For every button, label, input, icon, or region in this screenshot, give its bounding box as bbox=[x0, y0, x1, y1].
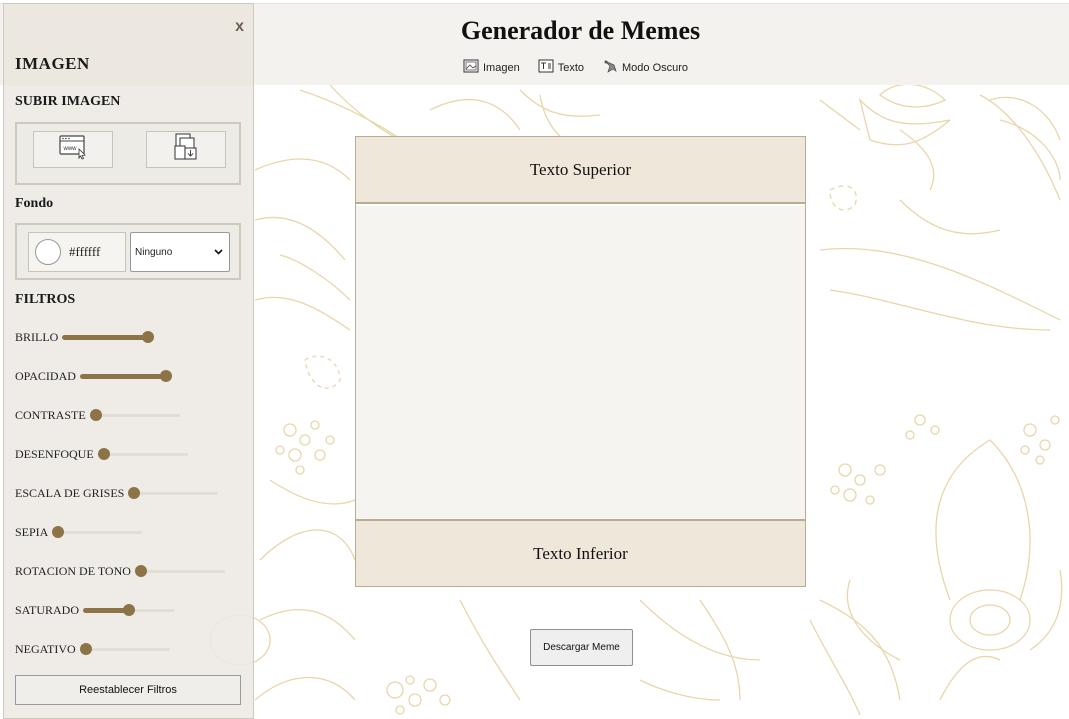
filter-row: CONTRASTE bbox=[15, 407, 180, 423]
sidebar-panel: x IMAGEN SUBIR IMAGEN www Fondo #ffffff … bbox=[3, 3, 254, 719]
meme-top-text[interactable]: Texto Superior bbox=[356, 137, 805, 204]
filter-slider[interactable] bbox=[97, 448, 188, 460]
slider-track bbox=[79, 648, 170, 651]
url-upload-icon: www bbox=[58, 134, 88, 165]
filter-row: SEPIA bbox=[15, 524, 143, 540]
nav-texto-label: Texto bbox=[557, 61, 584, 74]
filter-row: ROTACION DE TONO bbox=[15, 563, 225, 579]
filter-slider[interactable] bbox=[89, 409, 180, 421]
filter-row: BRILLO bbox=[15, 329, 155, 345]
color-swatch bbox=[35, 239, 61, 265]
slider-thumb[interactable] bbox=[97, 448, 110, 460]
meme-bottom-text[interactable]: Texto Inferior bbox=[356, 519, 805, 586]
filter-label: ESCALA DE GRISES bbox=[15, 485, 125, 500]
file-upload-icon bbox=[172, 132, 200, 167]
filter-label: NEGATIVO bbox=[15, 641, 76, 656]
filter-slider[interactable] bbox=[52, 526, 143, 538]
nav-modo-oscuro[interactable]: Modo Oscuro bbox=[602, 58, 688, 77]
slider-fill bbox=[62, 335, 153, 340]
slider-thumb[interactable] bbox=[128, 487, 141, 499]
upload-heading: SUBIR IMAGEN bbox=[15, 94, 121, 109]
slider-thumb[interactable] bbox=[79, 643, 92, 655]
filter-slider[interactable] bbox=[79, 643, 170, 655]
slider-thumb[interactable] bbox=[134, 565, 147, 577]
filter-row: NEGATIVO bbox=[15, 641, 170, 657]
slider-thumb[interactable] bbox=[89, 409, 102, 421]
background-box: #ffffff Ninguno bbox=[15, 223, 241, 280]
blend-mode-select[interactable]: Ninguno bbox=[130, 232, 230, 272]
blend-mode-value: Ninguno bbox=[135, 246, 173, 258]
nav-imagen[interactable]: Imagen bbox=[463, 58, 520, 77]
background-color-picker[interactable]: #ffffff bbox=[28, 232, 126, 272]
sidebar-title: IMAGEN bbox=[15, 54, 90, 73]
slider-fill bbox=[79, 374, 170, 379]
background-color-value: #ffffff bbox=[69, 244, 101, 259]
filter-row: OPACIDAD bbox=[15, 368, 172, 384]
meme-canvas: Texto Superior Texto Inferior bbox=[355, 136, 806, 587]
filters-heading: FILTROS bbox=[15, 292, 76, 307]
filter-label: BRILLO bbox=[15, 329, 59, 344]
filter-row: ESCALA DE GRISES bbox=[15, 485, 219, 501]
url-upload-button[interactable]: www bbox=[33, 131, 113, 168]
filter-label: DESENFOQUE bbox=[15, 446, 94, 461]
filter-label: SEPIA bbox=[15, 524, 49, 539]
filter-label: SATURADO bbox=[15, 602, 80, 617]
filter-label: ROTACION DE TONO bbox=[15, 563, 131, 578]
close-sidebar-button[interactable]: x bbox=[235, 18, 244, 36]
slider-thumb[interactable] bbox=[142, 331, 155, 343]
text-icon bbox=[538, 58, 554, 77]
filter-row: DESENFOQUE bbox=[15, 446, 188, 462]
slider-thumb[interactable] bbox=[159, 370, 172, 382]
filter-row: SATURADO bbox=[15, 602, 176, 618]
chevron-down-icon bbox=[214, 247, 223, 258]
slider-track bbox=[97, 453, 188, 456]
dark-mode-icon bbox=[602, 58, 618, 77]
reset-filters-button[interactable]: Reestablecer Filtros bbox=[15, 675, 241, 705]
filter-slider[interactable] bbox=[128, 487, 219, 499]
slider-thumb[interactable] bbox=[123, 604, 136, 616]
nav-texto[interactable]: Texto bbox=[538, 58, 584, 77]
meme-image-area bbox=[356, 206, 805, 519]
top-nav: Imagen Texto Modo Oscuro bbox=[463, 58, 688, 77]
slider-track bbox=[52, 531, 143, 534]
upload-box: www bbox=[15, 122, 241, 185]
filter-slider[interactable] bbox=[83, 604, 176, 616]
slider-track bbox=[128, 492, 219, 495]
filter-slider[interactable] bbox=[134, 565, 225, 577]
svg-text:www: www bbox=[63, 146, 78, 152]
background-heading: Fondo bbox=[15, 196, 54, 211]
filter-slider[interactable] bbox=[79, 370, 172, 382]
download-meme-button[interactable]: Descargar Meme bbox=[530, 629, 633, 666]
filter-label: CONTRASTE bbox=[15, 407, 86, 422]
filter-label: OPACIDAD bbox=[15, 368, 76, 383]
slider-track bbox=[134, 570, 225, 573]
nav-imagen-label: Imagen bbox=[483, 61, 520, 74]
slider-thumb[interactable] bbox=[52, 526, 65, 538]
filter-slider[interactable] bbox=[62, 331, 155, 343]
file-upload-button[interactable] bbox=[146, 131, 226, 168]
nav-modo-oscuro-label: Modo Oscuro bbox=[622, 61, 689, 74]
slider-track bbox=[89, 414, 180, 417]
image-icon bbox=[463, 58, 479, 77]
